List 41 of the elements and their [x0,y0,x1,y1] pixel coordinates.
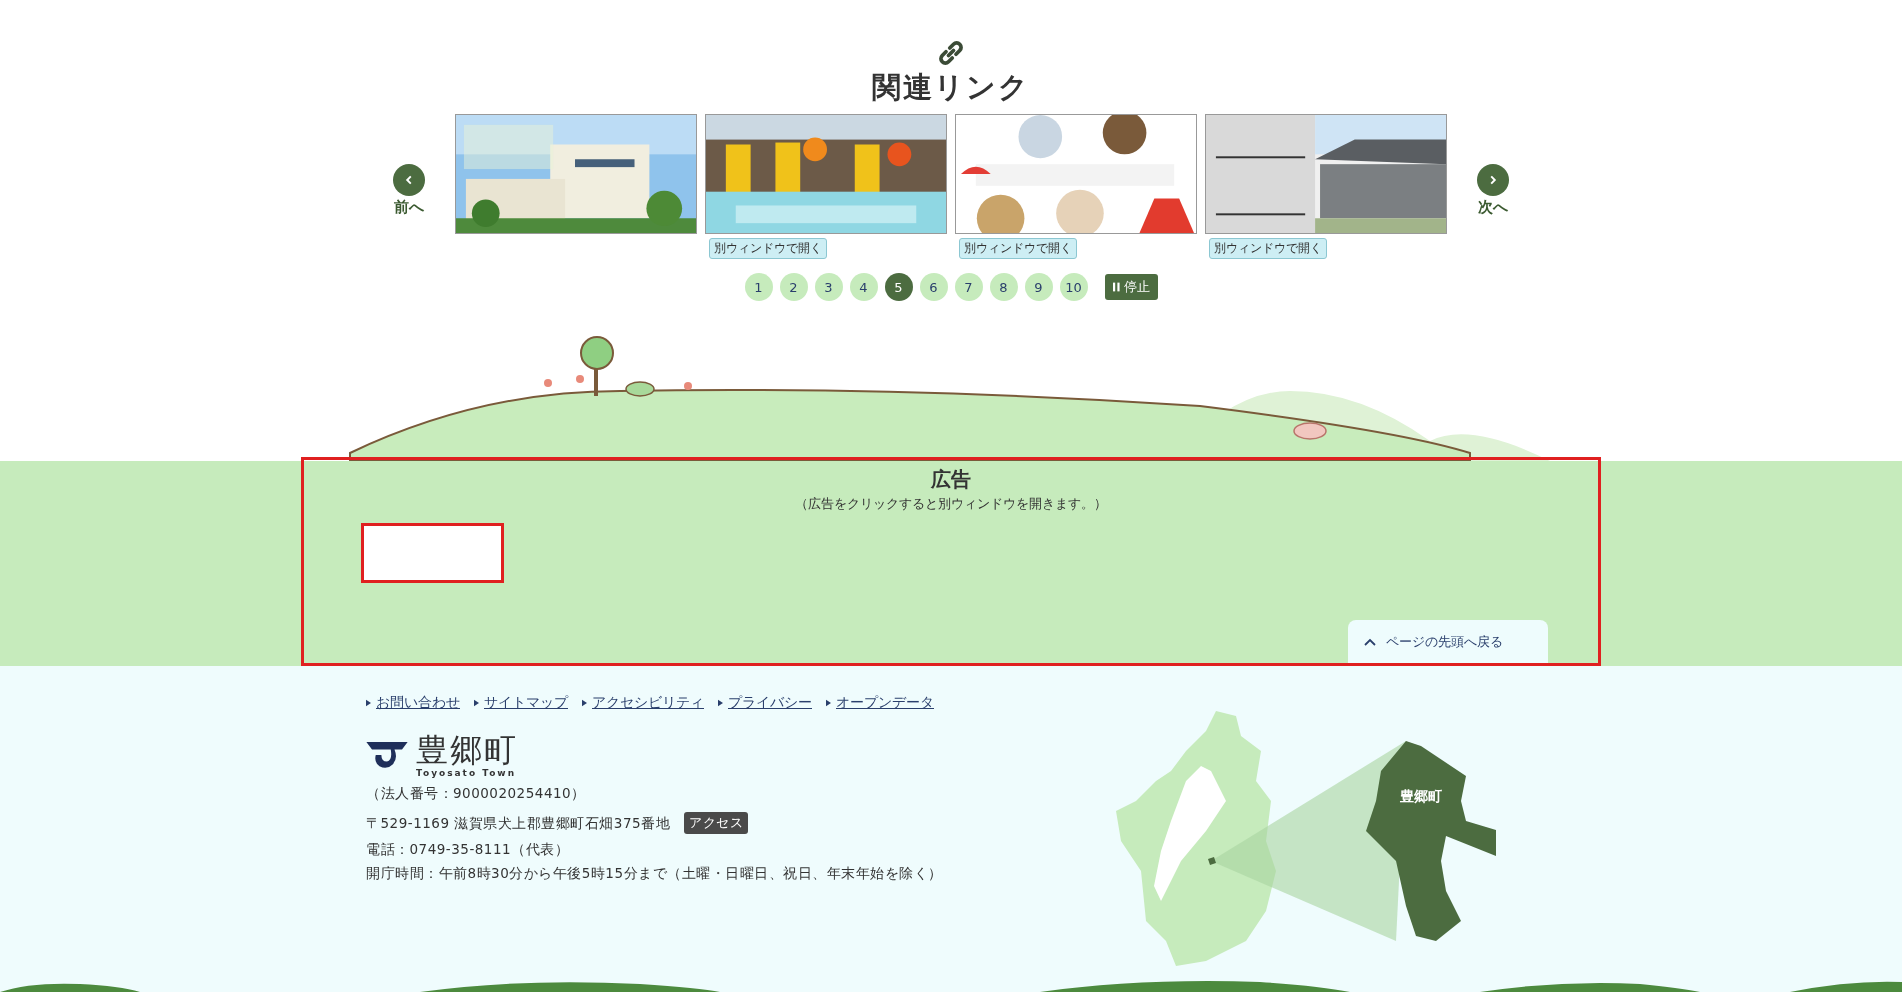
triangle-bullet-icon [366,699,371,707]
page-dot[interactable]: 2 [779,273,808,301]
town-name-english: Toyosato Town [416,768,518,778]
office-hours: 開庁時間：午前8時30分から午後5時15分まで（土曜・日曜日、祝日、年末年始を除く） [366,864,943,882]
pause-icon [1112,282,1120,292]
back-to-top-link[interactable]: ページの先頭へ戻る [1348,620,1548,663]
footer-link[interactable]: サイトマップ [484,694,568,712]
town-name: 豊郷町 [416,732,518,768]
phone-number: 電話：0749-35-8111（代表） [366,840,571,858]
ad-note: （広告をクリックすると別ウィンドウを開きます。） [795,495,1107,513]
new-window-label: 別ウィンドウで開く [1209,238,1327,259]
stop-button[interactable]: 停止 [1104,274,1158,300]
page-dot[interactable]: 7 [954,273,983,301]
page-dot[interactable]: 1 [744,273,773,301]
page-dot[interactable]: 10 [1059,273,1088,301]
triangle-bullet-icon [474,699,479,707]
triangle-bullet-icon [582,699,587,707]
page-dot[interactable]: 8 [989,273,1018,301]
footer-link[interactable]: アクセシビリティ [592,694,704,712]
new-window-label: 別ウィンドウで開く [959,238,1077,259]
page-dot[interactable]: 4 [849,273,878,301]
page-dot[interactable]: 6 [919,273,948,301]
page-dot[interactable]: 5 [884,273,913,301]
triangle-bullet-icon [718,699,723,707]
access-button[interactable]: アクセス [684,812,749,834]
page-dot[interactable]: 3 [814,273,843,301]
corporate-number: （法人番号：9000020254410） [366,784,587,802]
section-title: 関連リンク [872,69,1030,106]
footer-link[interactable]: オープンデータ [836,694,934,712]
chevron-up-icon [1364,637,1376,646]
footer-link[interactable]: プライバシー [728,694,812,712]
triangle-bullet-icon [826,699,831,707]
new-window-label: 別ウィンドウで開く [709,238,827,259]
link-icon [936,38,966,68]
town-emblem-icon [366,740,408,770]
map-label: 豊郷町 [1400,788,1442,804]
page-dot[interactable]: 9 [1024,273,1053,301]
footer-link[interactable]: お問い合わせ [376,694,460,712]
ad-slot[interactable] [361,523,504,583]
ad-title: 広告 [931,466,971,493]
address: 〒529-1169 滋賀県犬上郡豊郷町石畑375番地 [366,814,671,832]
